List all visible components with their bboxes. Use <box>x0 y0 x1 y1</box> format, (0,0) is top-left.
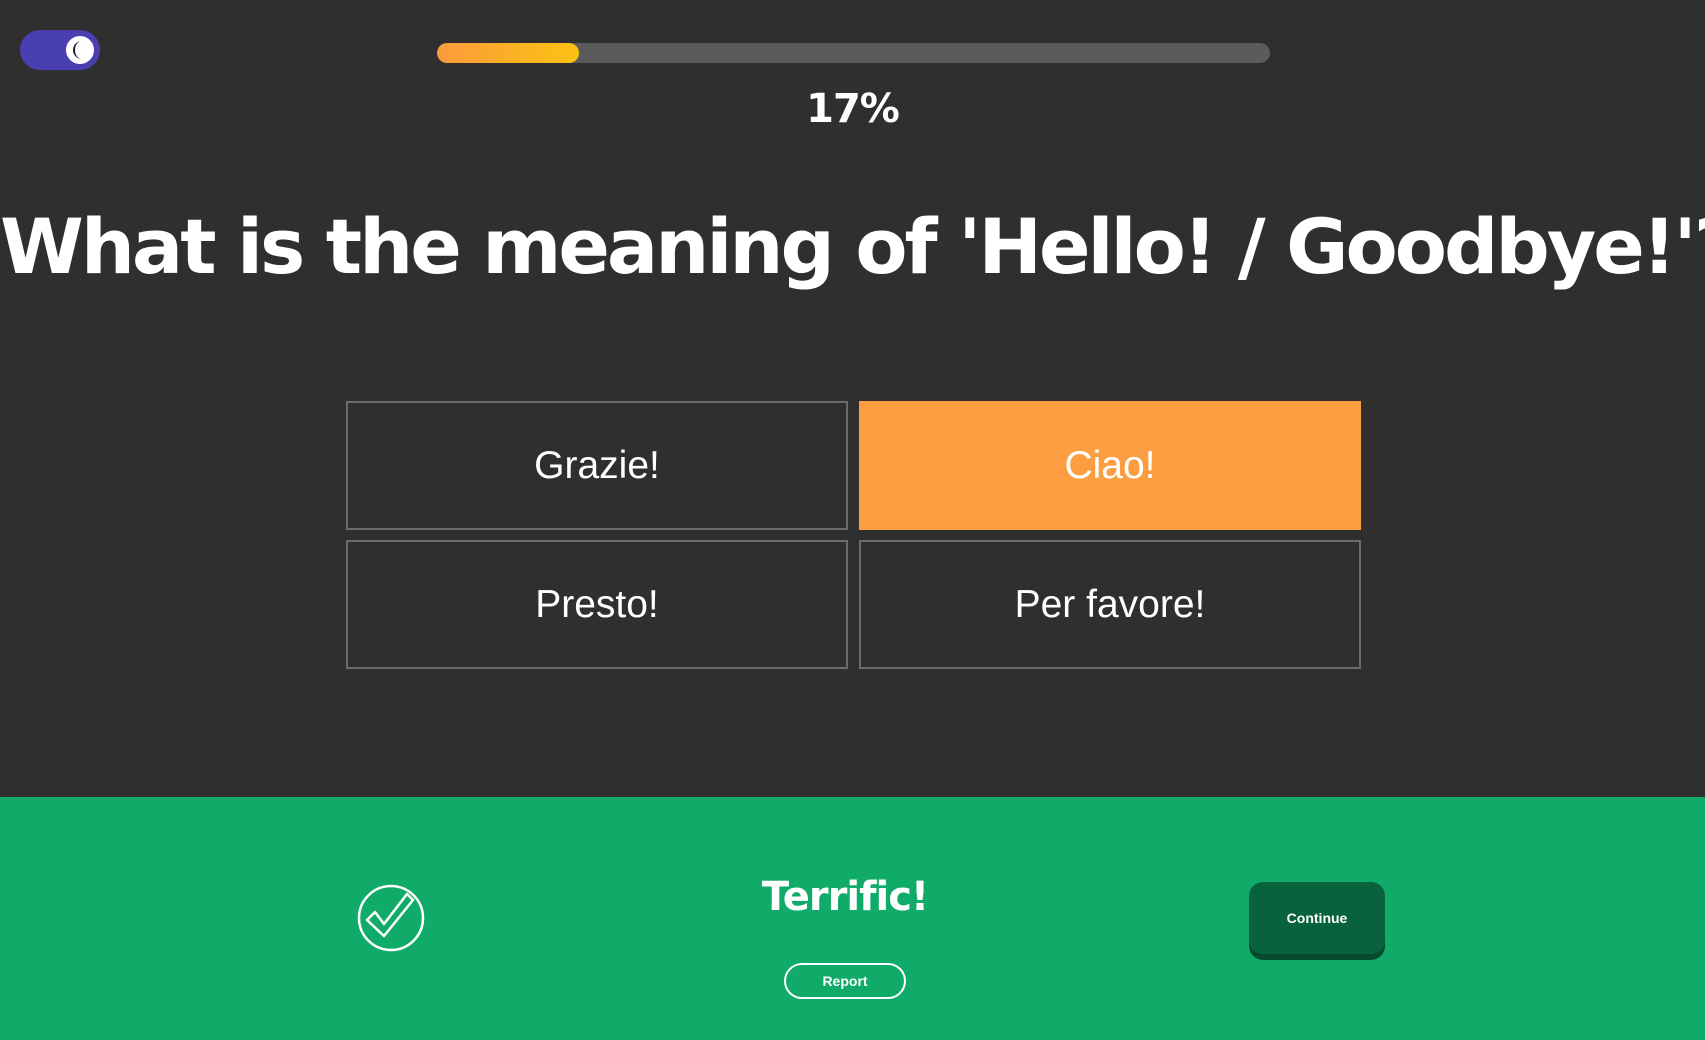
progress-bar <box>437 43 1270 63</box>
answer-option[interactable]: Per favore! <box>859 540 1361 669</box>
answer-options: Grazie! Ciao! Presto! Per favore! <box>346 401 1361 669</box>
answer-option[interactable]: Ciao! <box>859 401 1361 530</box>
feedback-title: Terrific! <box>761 874 929 920</box>
report-button[interactable]: Report <box>784 963 906 999</box>
progress-bar-fill <box>437 43 579 63</box>
progress-percentage: 17% <box>806 86 900 132</box>
answer-option[interactable]: Presto! <box>346 540 848 669</box>
answer-option[interactable]: Grazie! <box>346 401 848 530</box>
question-text: What is the meaning of 'Hello! / Goodbye… <box>0 202 1705 291</box>
quiz-page: 17% What is the meaning of 'Hello! / Goo… <box>0 0 1705 1040</box>
continue-button[interactable]: Continue <box>1249 882 1385 954</box>
moon-icon <box>64 34 96 66</box>
theme-toggle[interactable] <box>20 30 100 70</box>
